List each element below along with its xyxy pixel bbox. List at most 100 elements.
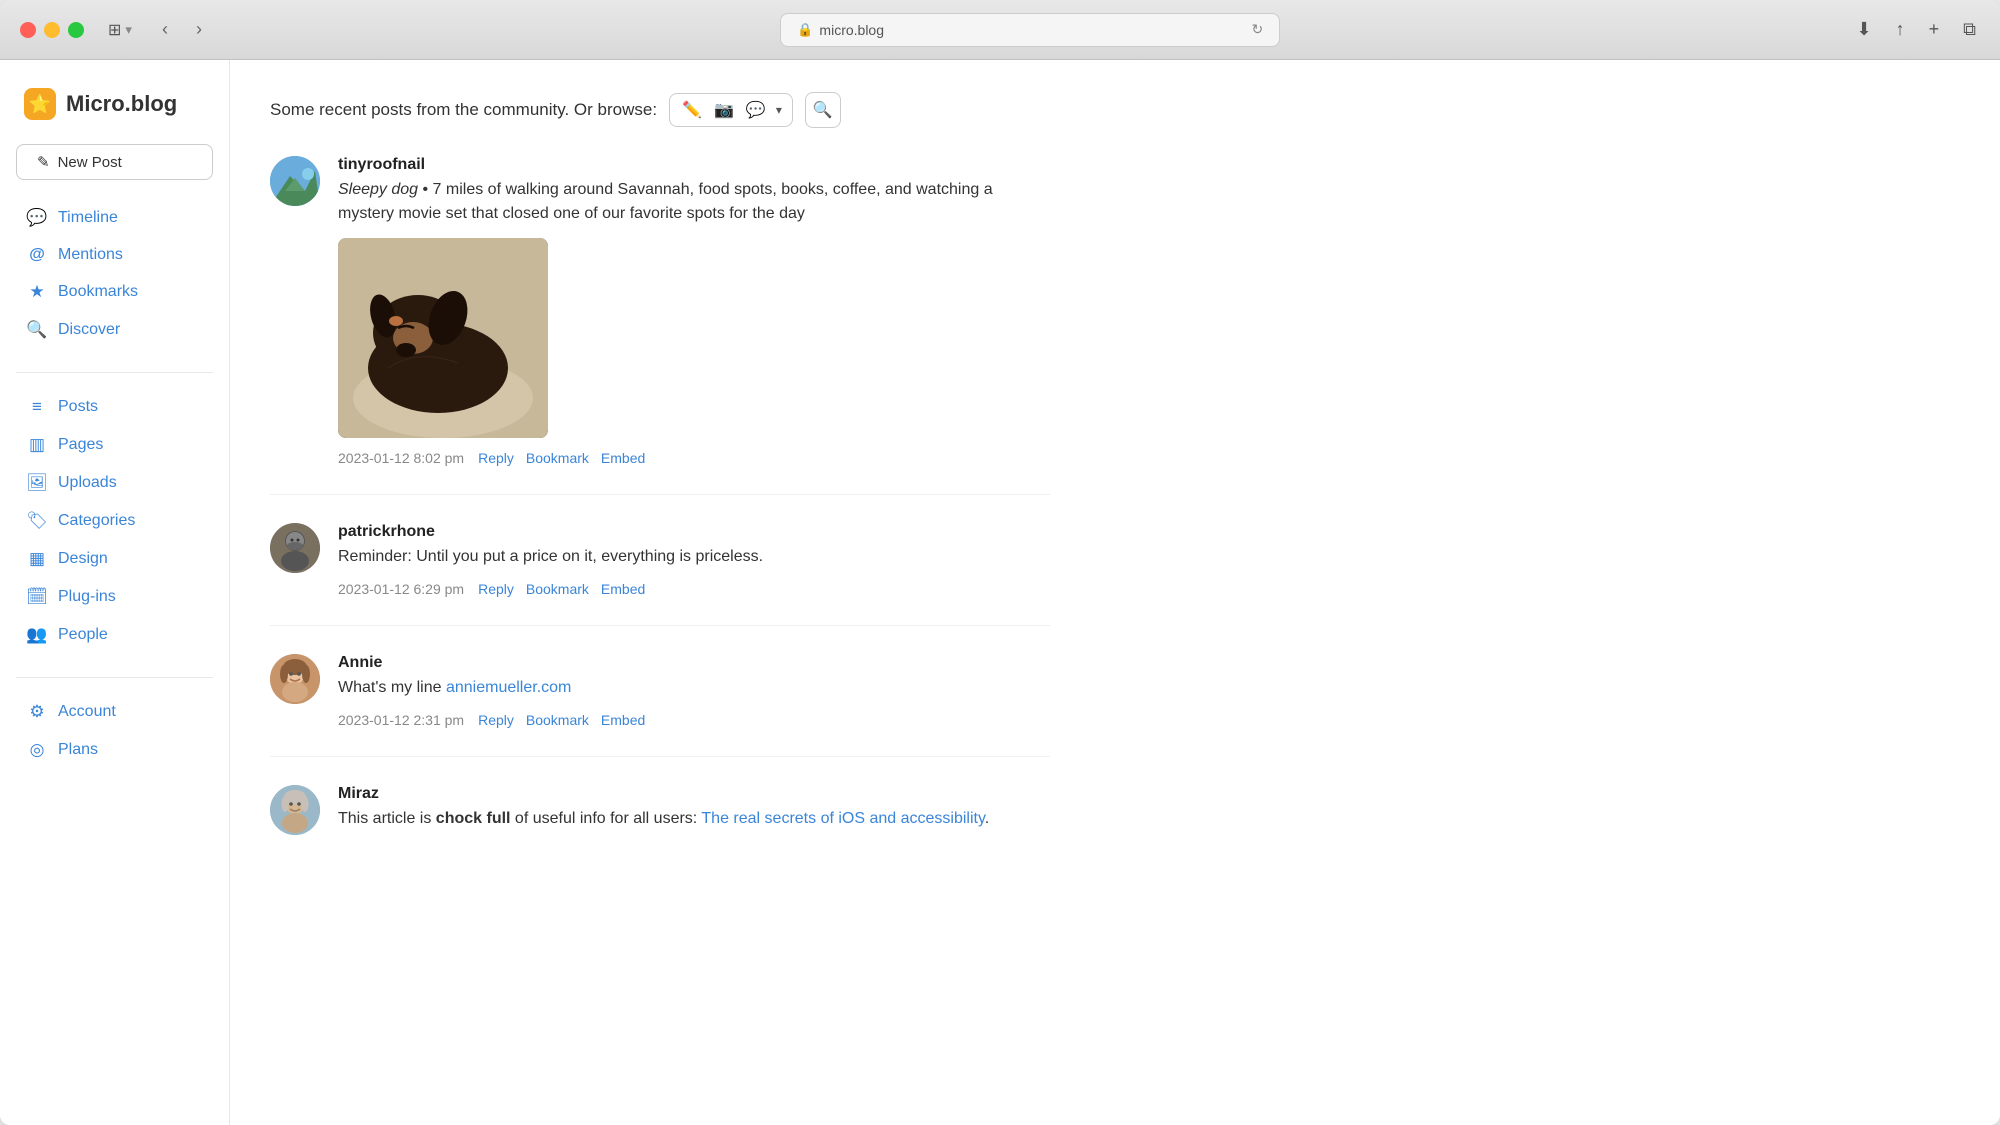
post-username[interactable]: tinyroofnail (338, 156, 1050, 174)
share-button[interactable]: ↑ (1892, 15, 1909, 44)
sidebar-item-label: Plug-ins (58, 588, 116, 606)
post-text-after: of useful info for all users: (510, 810, 701, 827)
sidebar-item-account[interactable]: ⚙ Account (16, 694, 213, 730)
sidebar-item-label: Categories (58, 512, 135, 530)
post-body-tinyroofnail: tinyroofnail Sleepy dog • 7 miles of wal… (338, 156, 1050, 466)
browser-titlebar: ⊞ ▾ ‹ › 🔒 micro.blog ↻ ⬇ ↑ + ⧉ (0, 0, 2000, 60)
post-text-plain: What's my line (338, 679, 446, 696)
search-button[interactable]: 🔍 (805, 92, 841, 128)
chevron-down-icon: ▾ (125, 22, 132, 38)
forward-button[interactable]: › (190, 15, 208, 44)
avatar-image-patrickrhone (270, 523, 320, 573)
plugins-icon: 🗓 (26, 587, 48, 607)
url-text: micro.blog (819, 22, 884, 38)
avatar-tinyroofnail (270, 156, 320, 206)
post-username[interactable]: patrickrhone (338, 523, 1050, 541)
sidebar-item-plugins[interactable]: 🗓 Plug-ins (16, 579, 213, 615)
bookmark-button-post2[interactable]: Bookmark (526, 581, 589, 597)
avatar-patrickrhone (270, 523, 320, 573)
sidebar-item-plans[interactable]: ◎ Plans (16, 732, 213, 768)
new-tab-button[interactable]: + (1925, 15, 1944, 44)
sidebar-item-people[interactable]: 👥 People (16, 617, 213, 653)
main-content: Some recent posts from the community. Or… (230, 60, 1090, 1125)
browser-actions: ⬇ ↑ + ⧉ (1853, 15, 1980, 44)
download-button[interactable]: ⬇ (1853, 15, 1876, 44)
posts-icon: ≡ (26, 397, 48, 417)
sidebar-item-label: Uploads (58, 474, 117, 492)
page-content: ⭐ Micro.blog ✎ New Post 💬 Timeline @ Men… (0, 60, 2000, 1125)
sidebar-item-pages[interactable]: ▥ Pages (16, 427, 213, 463)
mentions-icon: @ (26, 246, 48, 264)
reply-button-post3[interactable]: Reply (478, 712, 514, 728)
avatar-annie (270, 654, 320, 704)
search-icon: 🔍 (813, 100, 833, 120)
sidebar-item-bookmarks[interactable]: ★ Bookmarks (16, 274, 213, 310)
minimize-button[interactable] (44, 22, 60, 38)
post-text-italic: Sleepy dog (338, 181, 418, 198)
post-meta-annie: 2023-01-12 2:31 pm Reply Bookmark Embed (338, 712, 1050, 728)
sidebar-item-posts[interactable]: ≡ Posts (16, 389, 213, 425)
new-post-label: New Post (58, 154, 122, 171)
post-link-anniemueller[interactable]: anniemueller.com (446, 679, 571, 696)
post-text-end: . (985, 810, 989, 827)
dog-photo (338, 238, 548, 438)
new-post-button[interactable]: ✎ New Post (16, 144, 213, 180)
sidebar-item-label: Plans (58, 741, 98, 759)
categories-icon: 🏷 (26, 511, 48, 531)
sidebar-item-design[interactable]: ▦ Design (16, 541, 213, 577)
embed-button-post1[interactable]: Embed (601, 450, 645, 466)
forward-icon: › (196, 19, 202, 39)
sidebar-item-label: Pages (58, 436, 103, 454)
reload-icon[interactable]: ↻ (1252, 21, 1264, 38)
browser-window: ⊞ ▾ ‹ › 🔒 micro.blog ↻ ⬇ ↑ + ⧉ (0, 0, 2000, 1125)
browse-dropdown-btn[interactable]: ▾ (774, 101, 784, 119)
tab-overview-button[interactable]: ⧉ (1959, 15, 1980, 44)
sidebar-item-discover[interactable]: 🔍 Discover (16, 312, 213, 348)
address-bar: 🔒 micro.blog ↻ (224, 13, 1837, 47)
sidebar-item-timeline[interactable]: 💬 Timeline (16, 200, 213, 236)
sidebar-item-categories[interactable]: 🏷 Categories (16, 503, 213, 539)
back-icon: ‹ (162, 19, 168, 39)
post-body-miraz: Miraz This article is chock full of usef… (338, 785, 1050, 843)
browse-more-btn[interactable]: 💬 (742, 98, 770, 122)
design-icon: ▦ (26, 549, 48, 569)
nav-section-main: 💬 Timeline @ Mentions ★ Bookmarks 🔍 Disc… (16, 200, 213, 348)
post-timestamp: 2023-01-12 2:31 pm (338, 712, 464, 728)
nav-section-account: ⚙ Account ◎ Plans (16, 694, 213, 768)
browse-photos-btn[interactable]: 📷 (710, 98, 738, 122)
sidebar-item-mentions[interactable]: @ Mentions (16, 238, 213, 272)
sidebar-item-label: People (58, 626, 108, 644)
sidebar-item-label: Bookmarks (58, 283, 138, 301)
post-username[interactable]: Annie (338, 654, 1050, 672)
reply-button-post1[interactable]: Reply (478, 450, 514, 466)
sidebar-item-uploads[interactable]: 🖼 Uploads (16, 465, 213, 501)
post-link-ios-accessibility[interactable]: The real secrets of iOS and accessibilit… (701, 810, 984, 827)
url-field[interactable]: 🔒 micro.blog ↻ (780, 13, 1280, 47)
post-text-patrickrhone: Reminder: Until you put a price on it, e… (338, 545, 1050, 569)
post-text-tinyroofnail: Sleepy dog • 7 miles of walking around S… (338, 178, 1050, 226)
bookmark-button-post3[interactable]: Bookmark (526, 712, 589, 728)
nav-divider (16, 372, 213, 373)
back-button[interactable]: ‹ (156, 15, 174, 44)
close-button[interactable] (20, 22, 36, 38)
sidebar-icon: ⊞ (108, 20, 121, 40)
post-username[interactable]: Miraz (338, 785, 1050, 803)
plans-icon: ◎ (26, 740, 48, 760)
post-image-dog (338, 238, 548, 438)
pages-icon: ▥ (26, 435, 48, 455)
bookmark-icon: ★ (26, 282, 48, 302)
embed-button-post2[interactable]: Embed (601, 581, 645, 597)
post-text-content: Reminder: Until you put a price on it, e… (338, 548, 763, 565)
bookmark-button-post1[interactable]: Bookmark (526, 450, 589, 466)
avatar-image (270, 156, 320, 206)
timeline-icon: 💬 (26, 208, 48, 228)
embed-button-post3[interactable]: Embed (601, 712, 645, 728)
sidebar-toggle-button[interactable]: ⊞ ▾ (100, 16, 140, 44)
fullscreen-button[interactable] (68, 22, 84, 38)
post-annie: Annie What's my line anniemueller.com 20… (270, 654, 1050, 757)
post-timestamp: 2023-01-12 8:02 pm (338, 450, 464, 466)
browse-emoji-btn[interactable]: ✏️ (678, 98, 706, 122)
post-body-patrickrhone: patrickrhone Reminder: Until you put a p… (338, 523, 1050, 597)
reply-button-post2[interactable]: Reply (478, 581, 514, 597)
sidebar-item-label: Posts (58, 398, 98, 416)
